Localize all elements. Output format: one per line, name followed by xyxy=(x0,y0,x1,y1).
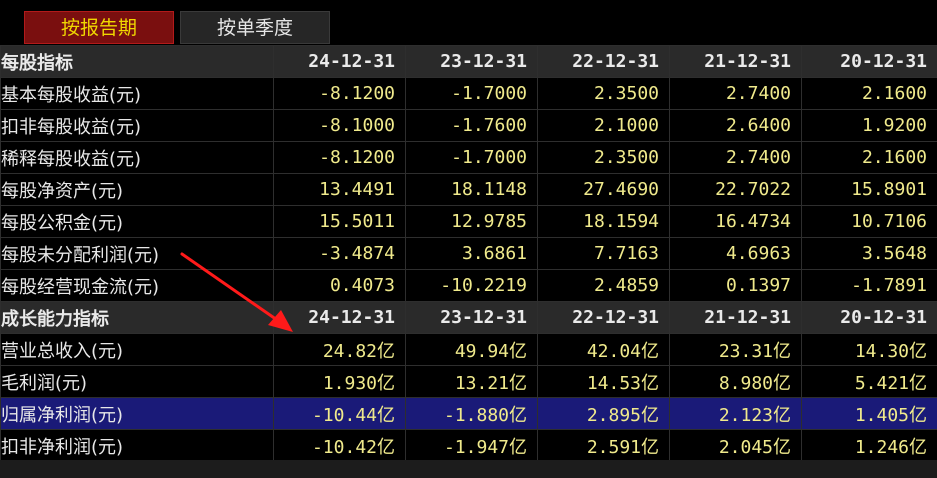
row-label: 每股经营现金流(元) xyxy=(0,269,274,302)
horizontal-scrollbar[interactable] xyxy=(0,460,937,478)
cell-value: 22.7022 xyxy=(669,173,802,206)
period-tabs: 按报告期 按单季度 xyxy=(0,0,937,44)
cell-value: -1.7000 xyxy=(405,141,538,174)
period-header[interactable]: 20-12-31 xyxy=(801,301,937,334)
cell-value: 2.895亿 xyxy=(537,397,670,430)
cell-value: 2.3500 xyxy=(537,141,670,174)
cell-value: 12.9785 xyxy=(405,205,538,238)
cell-value: 18.1594 xyxy=(537,205,670,238)
cell-value: -1.7000 xyxy=(405,77,538,110)
section-title: 每股指标 xyxy=(0,45,274,78)
period-header[interactable]: 20-12-31 xyxy=(801,45,937,78)
cell-value: 27.4690 xyxy=(537,173,670,206)
cell-value: 2.123亿 xyxy=(669,397,802,430)
row-label: 扣非每股收益(元) xyxy=(0,109,274,142)
cell-value: -10.44亿 xyxy=(273,397,406,430)
period-header[interactable]: 21-12-31 xyxy=(669,45,802,78)
cell-value: -1.7891 xyxy=(801,269,937,302)
cell-value: 1.9200 xyxy=(801,109,937,142)
table-row[interactable]: 基本每股收益(元) -8.1200 -1.7000 2.3500 2.7400 … xyxy=(0,77,937,110)
table-row[interactable]: 稀释每股收益(元) -8.1200 -1.7000 2.3500 2.7400 … xyxy=(0,141,937,174)
table-row[interactable]: 毛利润(元) 1.930亿 13.21亿 14.53亿 8.980亿 5.421… xyxy=(0,365,937,398)
cell-value: 42.04亿 xyxy=(537,333,670,366)
cell-value: 4.6963 xyxy=(669,237,802,270)
cell-value: 3.5648 xyxy=(801,237,937,270)
period-header[interactable]: 23-12-31 xyxy=(405,45,538,78)
row-label: 每股公积金(元) xyxy=(0,205,274,238)
cell-value: -10.2219 xyxy=(405,269,538,302)
row-label: 归属净利润(元) xyxy=(0,397,274,430)
table-row[interactable]: 扣非净利润(元) -10.42亿 -1.947亿 2.591亿 2.045亿 1… xyxy=(0,429,937,460)
cell-value: -1.947亿 xyxy=(405,429,538,460)
cell-value: 49.94亿 xyxy=(405,333,538,366)
growth-header-row: 成长能力指标 24-12-31 23-12-31 22-12-31 21-12-… xyxy=(0,301,937,334)
cell-value: 2.6400 xyxy=(669,109,802,142)
row-label: 毛利润(元) xyxy=(0,365,274,398)
cell-value: -8.1000 xyxy=(273,109,406,142)
cell-value: 14.30亿 xyxy=(801,333,937,366)
indicator-table: 每股指标 24-12-31 23-12-31 22-12-31 21-12-31… xyxy=(0,45,937,460)
row-label: 基本每股收益(元) xyxy=(0,77,274,110)
cell-value: 0.1397 xyxy=(669,269,802,302)
cell-value: 0.4073 xyxy=(273,269,406,302)
cell-value: 2.1600 xyxy=(801,77,937,110)
table-row[interactable]: 扣非每股收益(元) -8.1000 -1.7600 2.1000 2.6400 … xyxy=(0,109,937,142)
cell-value: 5.421亿 xyxy=(801,365,937,398)
period-header[interactable]: 23-12-31 xyxy=(405,301,538,334)
cell-value: 13.21亿 xyxy=(405,365,538,398)
cell-value: 24.82亿 xyxy=(273,333,406,366)
cell-value: 15.8901 xyxy=(801,173,937,206)
indicator-table-container: 每股指标 24-12-31 23-12-31 22-12-31 21-12-31… xyxy=(0,45,937,460)
cell-value: 2.4859 xyxy=(537,269,670,302)
finance-panel: 按报告期 按单季度 每股指标 24-12-31 23-12-31 22-12-3… xyxy=(0,0,937,478)
cell-value: -8.1200 xyxy=(273,77,406,110)
cell-value: -3.4874 xyxy=(273,237,406,270)
table-row-selected[interactable]: 归属净利润(元) -10.44亿 -1.880亿 2.895亿 2.123亿 1… xyxy=(0,397,937,430)
cell-value: 18.1148 xyxy=(405,173,538,206)
cell-value: 14.53亿 xyxy=(537,365,670,398)
cell-value: 1.405亿 xyxy=(801,397,937,430)
cell-value: 3.6861 xyxy=(405,237,538,270)
table-row[interactable]: 营业总收入(元) 24.82亿 49.94亿 42.04亿 23.31亿 14.… xyxy=(0,333,937,366)
table-row[interactable]: 每股未分配利润(元) -3.4874 3.6861 7.7163 4.6963 … xyxy=(0,237,937,270)
row-label: 每股未分配利润(元) xyxy=(0,237,274,270)
cell-value: 2.7400 xyxy=(669,141,802,174)
row-label: 每股净资产(元) xyxy=(0,173,274,206)
table-row[interactable]: 每股经营现金流(元) 0.4073 -10.2219 2.4859 0.1397… xyxy=(0,269,937,302)
cell-value: 7.7163 xyxy=(537,237,670,270)
row-label: 营业总收入(元) xyxy=(0,333,274,366)
cell-value: 2.1600 xyxy=(801,141,937,174)
cell-value: 16.4734 xyxy=(669,205,802,238)
table-row[interactable]: 每股净资产(元) 13.4491 18.1148 27.4690 22.7022… xyxy=(0,173,937,206)
tab-by-quarter[interactable]: 按单季度 xyxy=(180,11,330,44)
cell-value: 2.591亿 xyxy=(537,429,670,460)
period-header[interactable]: 24-12-31 xyxy=(273,301,406,334)
cell-value: 1.930亿 xyxy=(273,365,406,398)
cell-value: -8.1200 xyxy=(273,141,406,174)
cell-value: 23.31亿 xyxy=(669,333,802,366)
period-header[interactable]: 24-12-31 xyxy=(273,45,406,78)
cell-value: 13.4491 xyxy=(273,173,406,206)
per-share-header-row: 每股指标 24-12-31 23-12-31 22-12-31 21-12-31… xyxy=(0,45,937,78)
period-header[interactable]: 22-12-31 xyxy=(537,301,670,334)
period-header[interactable]: 21-12-31 xyxy=(669,301,802,334)
cell-value: 15.5011 xyxy=(273,205,406,238)
cell-value: 2.3500 xyxy=(537,77,670,110)
period-header[interactable]: 22-12-31 xyxy=(537,45,670,78)
cell-value: 1.246亿 xyxy=(801,429,937,460)
cell-value: -1.7600 xyxy=(405,109,538,142)
cell-value: 2.1000 xyxy=(537,109,670,142)
cell-value: 2.7400 xyxy=(669,77,802,110)
row-label: 扣非净利润(元) xyxy=(0,429,274,460)
cell-value: -10.42亿 xyxy=(273,429,406,460)
cell-value: 8.980亿 xyxy=(669,365,802,398)
section-title: 成长能力指标 xyxy=(0,301,274,334)
row-label: 稀释每股收益(元) xyxy=(0,141,274,174)
cell-value: 10.7106 xyxy=(801,205,937,238)
cell-value: -1.880亿 xyxy=(405,397,538,430)
table-row[interactable]: 每股公积金(元) 15.5011 12.9785 18.1594 16.4734… xyxy=(0,205,937,238)
cell-value: 2.045亿 xyxy=(669,429,802,460)
tab-by-report-period[interactable]: 按报告期 xyxy=(24,11,174,44)
